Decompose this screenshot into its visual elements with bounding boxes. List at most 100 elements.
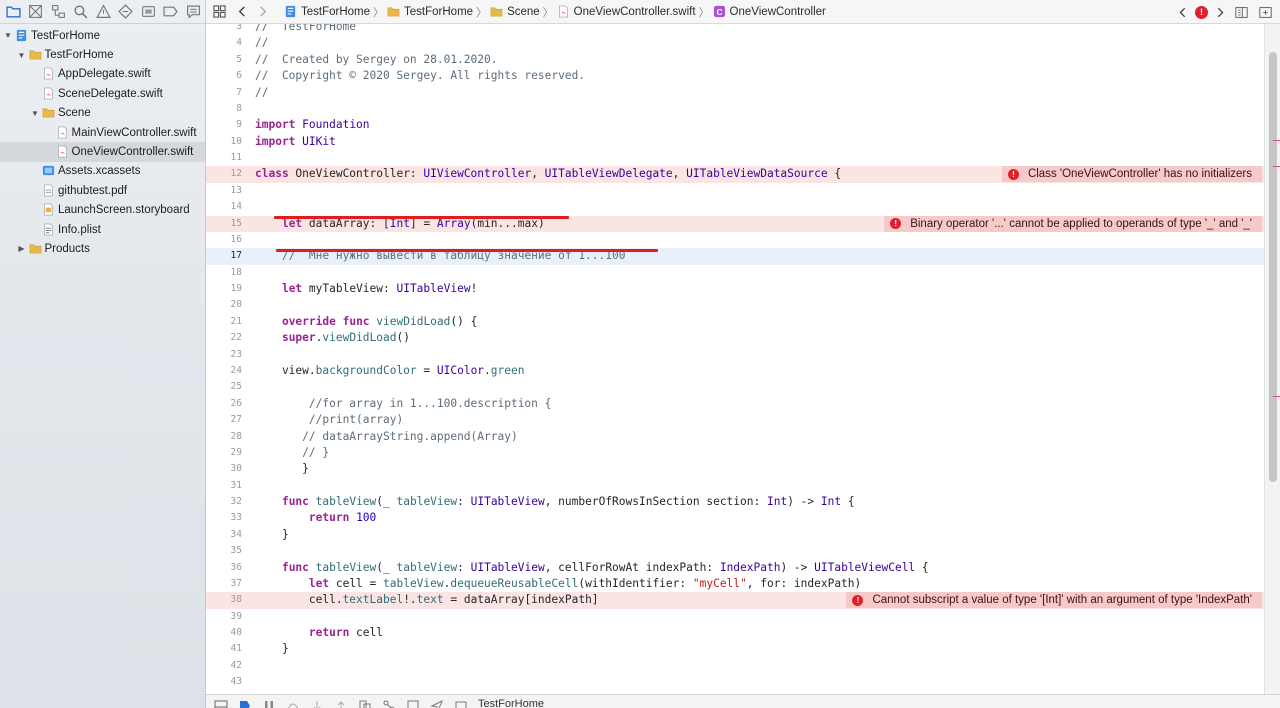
line-number[interactable]: 32 (206, 494, 242, 510)
line-number[interactable]: 40 (206, 625, 242, 641)
code-line[interactable]: 31 (206, 478, 1264, 494)
breadcrumb-item[interactable]: TestForHome (284, 5, 370, 18)
code-line[interactable]: 33 return 100 (206, 510, 1264, 526)
environment-overrides-icon[interactable] (406, 699, 420, 708)
code-line[interactable]: 40 return cell (206, 625, 1264, 641)
line-number[interactable]: 35 (206, 543, 242, 559)
line-number[interactable]: 15 (206, 216, 242, 232)
memory-graph-icon[interactable] (382, 699, 396, 708)
disclosure-closed-icon[interactable]: ▶ (17, 244, 27, 253)
tree-item[interactable]: ▼ Scene (0, 104, 205, 123)
line-number[interactable]: 24 (206, 363, 242, 379)
code-line[interactable]: 20 (206, 297, 1264, 313)
code-text[interactable]: cell.textLabel!.text = dataArray[indexPa… (255, 592, 599, 608)
code-line[interactable]: 26 //for array in 1...100.description { (206, 396, 1264, 412)
line-number[interactable]: 43 (206, 674, 242, 690)
line-number[interactable]: 16 (206, 232, 242, 248)
tree-item[interactable]: SceneDelegate.swift (0, 84, 205, 103)
line-number[interactable]: 13 (206, 183, 242, 199)
code-text[interactable]: return cell (255, 625, 383, 641)
code-text[interactable]: // (255, 35, 268, 51)
issue-indicator-icon[interactable]: ! (1195, 5, 1208, 19)
pause-icon[interactable] (262, 699, 276, 708)
breakpoint-icon[interactable] (160, 1, 183, 23)
breakpoints-toggle-icon[interactable] (238, 699, 252, 708)
simulate-location-icon[interactable] (430, 699, 444, 708)
line-number[interactable]: 9 (206, 117, 242, 133)
code-line[interactable]: 27 //print(array) (206, 412, 1264, 428)
code-text[interactable]: import Foundation (255, 117, 370, 133)
code-line[interactable]: 11 (206, 150, 1264, 166)
code-text[interactable]: view.backgroundColor = UIColor.green (255, 363, 525, 379)
code-text[interactable]: // Copyright © 2020 Sergey. All rights r… (255, 68, 585, 84)
code-text[interactable]: // } (255, 445, 329, 461)
code-line[interactable]: 42 (206, 658, 1264, 674)
warning-icon[interactable] (92, 1, 115, 23)
step-out-icon[interactable] (334, 699, 348, 708)
tree-item[interactable]: githubtest.pdf (0, 181, 205, 200)
code-line[interactable]: 22 super.viewDidLoad() (206, 330, 1264, 346)
folder-icon[interactable] (2, 1, 25, 23)
code-line[interactable]: 5 // Created by Sergey on 28.01.2020. (206, 52, 1264, 68)
tree-item[interactable]: Info.plist (0, 220, 205, 239)
code-text[interactable]: } (255, 641, 289, 657)
source-editor[interactable]: 3 // TestForHome 4 // 5 // Created by Sergey … (206, 24, 1264, 694)
code-text[interactable]: // dataArrayString.append(Array) (255, 429, 518, 445)
code-line[interactable]: 35 (206, 543, 1264, 559)
breadcrumb-item[interactable]: C OneViewController (713, 5, 826, 18)
breadcrumb-item[interactable]: Scene (490, 5, 540, 18)
code-line[interactable]: 28 // dataArrayString.append(Array) (206, 429, 1264, 445)
tree-item[interactable]: LaunchScreen.storyboard (0, 201, 205, 220)
code-line[interactable]: 14 (206, 199, 1264, 215)
tree-item[interactable]: ▶ Products (0, 239, 205, 258)
line-number[interactable]: 27 (206, 412, 242, 428)
code-text[interactable]: func tableView(_ tableView: UITableView,… (255, 494, 855, 510)
line-number[interactable]: 34 (206, 527, 242, 543)
code-text[interactable]: return 100 (255, 510, 376, 526)
line-number[interactable]: 36 (206, 560, 242, 576)
code-text[interactable]: import UIKit (255, 134, 336, 150)
line-number[interactable]: 29 (206, 445, 242, 461)
code-line[interactable]: 6 // Copyright © 2020 Sergey. All rights … (206, 68, 1264, 84)
line-number[interactable]: 18 (206, 265, 242, 281)
line-number[interactable]: 33 (206, 510, 242, 526)
disclosure-open-icon[interactable]: ▼ (3, 31, 13, 40)
line-number[interactable]: 26 (206, 396, 242, 412)
code-line[interactable]: 37 let cell = tableView.dequeueReusableC… (206, 576, 1264, 592)
line-number[interactable]: 31 (206, 478, 242, 494)
error-message-badge[interactable]: ! Class 'OneViewController' has no initia… (1001, 166, 1262, 183)
search-icon[interactable] (70, 1, 93, 23)
tree-item[interactable]: Assets.xcassets (0, 162, 205, 181)
add-editor-button[interactable] (1256, 1, 1274, 23)
code-line[interactable]: 8 (206, 101, 1264, 117)
tree-item[interactable]: ▼ TestForHome (0, 26, 205, 45)
line-number[interactable]: 38 (206, 592, 242, 608)
back-button[interactable] (232, 1, 252, 23)
tree-item[interactable]: MainViewController.swift (0, 123, 205, 142)
step-in-icon[interactable] (310, 699, 324, 708)
code-text[interactable]: let cell = tableView.dequeueReusableCell… (255, 576, 861, 592)
hide-debug-area-icon[interactable] (214, 699, 228, 708)
line-number[interactable]: 4 (206, 35, 242, 51)
breadcrumb-item[interactable]: OneViewController.swift (557, 5, 696, 18)
source-control-icon[interactable] (25, 1, 48, 23)
code-line[interactable]: 30 } (206, 461, 1264, 477)
line-number[interactable]: 20 (206, 297, 242, 313)
line-number[interactable]: 6 (206, 68, 242, 84)
line-number[interactable]: 12 (206, 166, 242, 182)
disclosure-open-icon[interactable]: ▼ (30, 109, 40, 118)
editor-options-button[interactable] (1232, 1, 1250, 23)
code-line[interactable]: 10 import UIKit (206, 134, 1264, 150)
tree-item[interactable]: OneViewController.swift (0, 142, 205, 162)
hierarchy-icon[interactable] (47, 1, 70, 23)
tree-item[interactable]: ▼ TestForHome (0, 45, 205, 64)
error-message-badge[interactable]: ! Binary operator '...' cannot be applied… (884, 215, 1262, 232)
step-over-icon[interactable] (286, 699, 300, 708)
code-line[interactable]: 38 cell.textLabel!.text = dataArray[inde… (206, 592, 1264, 609)
line-number[interactable]: 3 (206, 24, 242, 35)
line-number[interactable]: 25 (206, 379, 242, 395)
code-line[interactable]: 34 } (206, 527, 1264, 543)
code-line[interactable]: 7 // (206, 85, 1264, 101)
code-text[interactable]: // (255, 85, 268, 101)
line-number[interactable]: 14 (206, 199, 242, 215)
